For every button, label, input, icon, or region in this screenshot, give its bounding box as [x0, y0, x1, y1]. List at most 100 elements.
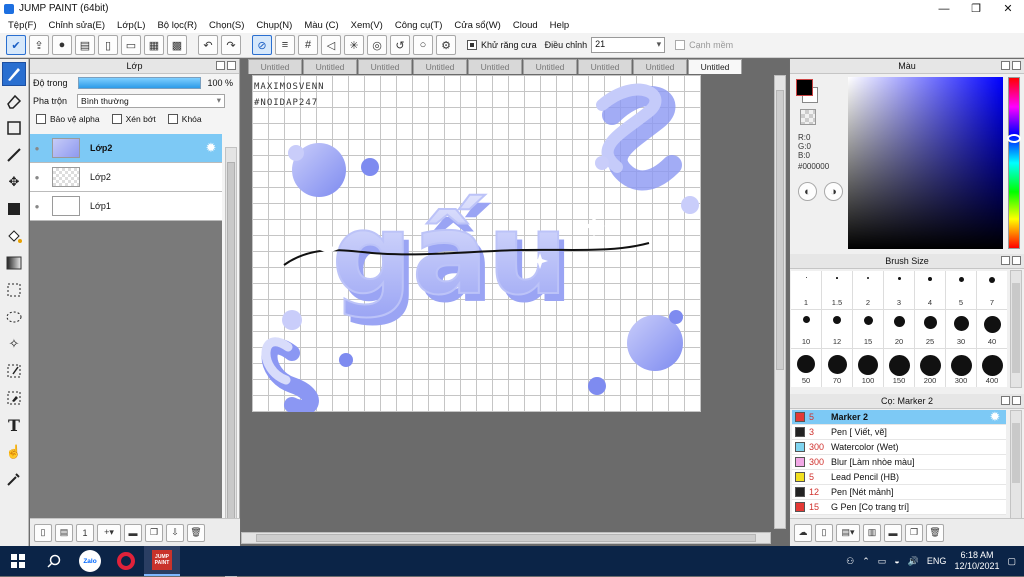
eraser-tool-icon[interactable]: [2, 89, 26, 113]
select-eraser-icon[interactable]: [2, 386, 26, 410]
menu-file[interactable]: Tệp(F): [2, 20, 43, 31]
panel-close-icon[interactable]: [227, 61, 236, 70]
document-tab[interactable]: Untitled: [523, 59, 577, 74]
menu-select[interactable]: Chọn(S): [203, 20, 250, 31]
menu-window[interactable]: Cửa sổ(W): [448, 20, 506, 31]
brush-list-item[interactable]: 12 Pen [Nét mảnh]: [792, 485, 1006, 500]
panel-popout-icon[interactable]: [1001, 61, 1010, 70]
undo-icon[interactable]: ↶: [198, 35, 218, 55]
menu-layer[interactable]: Lớp(L): [111, 20, 151, 31]
new-1bit-layer-icon[interactable]: 1: [76, 523, 94, 542]
panel-close-icon[interactable]: [1012, 396, 1021, 405]
brush-size-cell[interactable]: 25: [915, 310, 945, 348]
brush-list-item[interactable]: 5 Lead Pencil (HB): [792, 470, 1006, 485]
panel-popout-icon[interactable]: [216, 61, 225, 70]
language-indicator[interactable]: ENG: [927, 556, 947, 566]
brush-size-cell[interactable]: 150: [884, 349, 914, 387]
soft-edge-checkbox[interactable]: [675, 40, 686, 50]
opera-browser-icon[interactable]: [108, 546, 144, 576]
primary-color-swatch[interactable]: [796, 79, 813, 96]
hand-tool-icon[interactable]: ☝: [2, 440, 26, 464]
menu-filter[interactable]: Bộ lọc(R): [151, 20, 203, 31]
brush-size-cell[interactable]: 70: [822, 349, 852, 387]
windows-start-icon[interactable]: [0, 546, 36, 576]
brush-size-cell[interactable]: 300: [946, 349, 976, 387]
visibility-icon[interactable]: ●: [30, 144, 44, 153]
document-tab[interactable]: Untitled: [303, 59, 357, 74]
cloud-brush-icon[interactable]: ☁: [794, 523, 812, 542]
panel-close-icon[interactable]: [1012, 61, 1021, 70]
eyedropper-tool-icon[interactable]: [2, 467, 26, 491]
adjust-dropdown[interactable]: 21: [591, 37, 666, 53]
palette-edit-icon[interactable]: ◑: [824, 182, 843, 201]
image-edit-icon[interactable]: ▩: [167, 35, 187, 55]
layer-scrollbar[interactable]: [225, 147, 237, 577]
volume-icon[interactable]: 🔊: [908, 556, 919, 567]
brush-size-cell[interactable]: 200: [915, 349, 945, 387]
settings-icon[interactable]: ⚙: [436, 35, 456, 55]
network-icon[interactable]: ◒: [894, 556, 899, 566]
brush-size-cell[interactable]: 3: [884, 271, 914, 309]
comment-icon[interactable]: ▤: [75, 35, 95, 55]
concentric-circles-icon[interactable]: ◎: [367, 35, 387, 55]
duplicate-brush-icon[interactable]: ❐: [905, 523, 923, 542]
grid-list-icon[interactable]: ▦: [144, 35, 164, 55]
show-hidden-icons-icon[interactable]: ⌃: [862, 556, 870, 567]
protect-alpha-checkbox[interactable]: [36, 114, 46, 124]
brush-size-cell[interactable]: 1.5: [822, 271, 852, 309]
menu-view[interactable]: Xem(V): [345, 20, 389, 31]
menu-cloud[interactable]: Cloud: [507, 20, 544, 31]
document-tab[interactable]: Untitled: [413, 59, 467, 74]
brush-list-item[interactable]: 300 Blur [Làm nhòe màu]: [792, 455, 1006, 470]
document-tab[interactable]: Untitled: [633, 59, 687, 74]
layer-row[interactable]: ● Lớp1: [30, 192, 222, 221]
canvas-horizontal-scrollbar[interactable]: [241, 532, 771, 544]
brush-size-cell[interactable]: 400: [977, 349, 1007, 387]
layer-settings-icon[interactable]: ✹: [204, 141, 218, 155]
brush-size-cell[interactable]: 40: [977, 310, 1007, 348]
upload-icon[interactable]: ⇪: [29, 35, 49, 55]
cloud-check-icon[interactable]: ✔: [6, 35, 26, 55]
delete-layer-icon[interactable]: 🗑: [187, 523, 205, 542]
brush-size-cell[interactable]: 2: [853, 271, 883, 309]
panel-popout-icon[interactable]: [1001, 396, 1010, 405]
brush-size-cell[interactable]: 4: [915, 271, 945, 309]
brush-size-scrollbar[interactable]: [1010, 270, 1022, 388]
fill-rect-tool-icon[interactable]: [2, 197, 26, 221]
brush-size-cell[interactable]: 12: [822, 310, 852, 348]
brush-size-cell[interactable]: 1: [791, 271, 821, 309]
new-layer-icon[interactable]: ▯: [34, 523, 52, 542]
select-pen-icon[interactable]: [2, 359, 26, 383]
layer-row[interactable]: ● Lớp2 ✹: [30, 134, 222, 163]
page-icon[interactable]: ▭: [121, 35, 141, 55]
layer-row[interactable]: ● Lớp2: [30, 163, 222, 192]
maximize-button[interactable]: ❐: [960, 0, 992, 17]
brush-list-item[interactable]: 15 G Pen [Cọ trang trí]: [792, 500, 1006, 515]
people-icon[interactable]: ⚇: [846, 556, 854, 567]
menu-help[interactable]: Help: [544, 20, 576, 31]
brush-list-item[interactable]: 300 Watercolor (Wet): [792, 440, 1006, 455]
grid-snap-icon[interactable]: #: [298, 35, 318, 55]
menu-edit[interactable]: Chỉnh sửa(E): [43, 20, 112, 31]
hue-knob[interactable]: [1007, 134, 1021, 143]
parallel-lines-icon[interactable]: ≡: [275, 35, 295, 55]
clock[interactable]: 6:18 AM 12/10/2021: [954, 550, 999, 572]
antialias-checkbox[interactable]: [467, 40, 477, 50]
menu-tools[interactable]: Công cụ(T): [389, 20, 449, 31]
document-tab-active[interactable]: Untitled: [688, 59, 742, 74]
brush-tool-icon[interactable]: [2, 62, 26, 86]
add-layer-dropdown-icon[interactable]: +▾: [97, 523, 121, 542]
line-tool-icon[interactable]: [2, 143, 26, 167]
menu-color[interactable]: Màu (C): [298, 20, 344, 31]
brush-folder-icon[interactable]: ▬: [884, 523, 902, 542]
brush-size-cell[interactable]: 5: [946, 271, 976, 309]
drawing-canvas[interactable]: gấu gấu MAXIMOSVENN #NOIDAP247: [252, 75, 701, 412]
document-tab[interactable]: Untitled: [578, 59, 632, 74]
canvas-vertical-scrollbar[interactable]: [774, 75, 786, 529]
opacity-slider[interactable]: [77, 77, 202, 89]
gradient-tool-icon[interactable]: [2, 251, 26, 275]
bucket-tool-icon[interactable]: [2, 224, 26, 248]
new-brush-icon[interactable]: ▯: [815, 523, 833, 542]
brush-size-cell[interactable]: 30: [946, 310, 976, 348]
duplicate-layer-icon[interactable]: ❐: [145, 523, 163, 542]
